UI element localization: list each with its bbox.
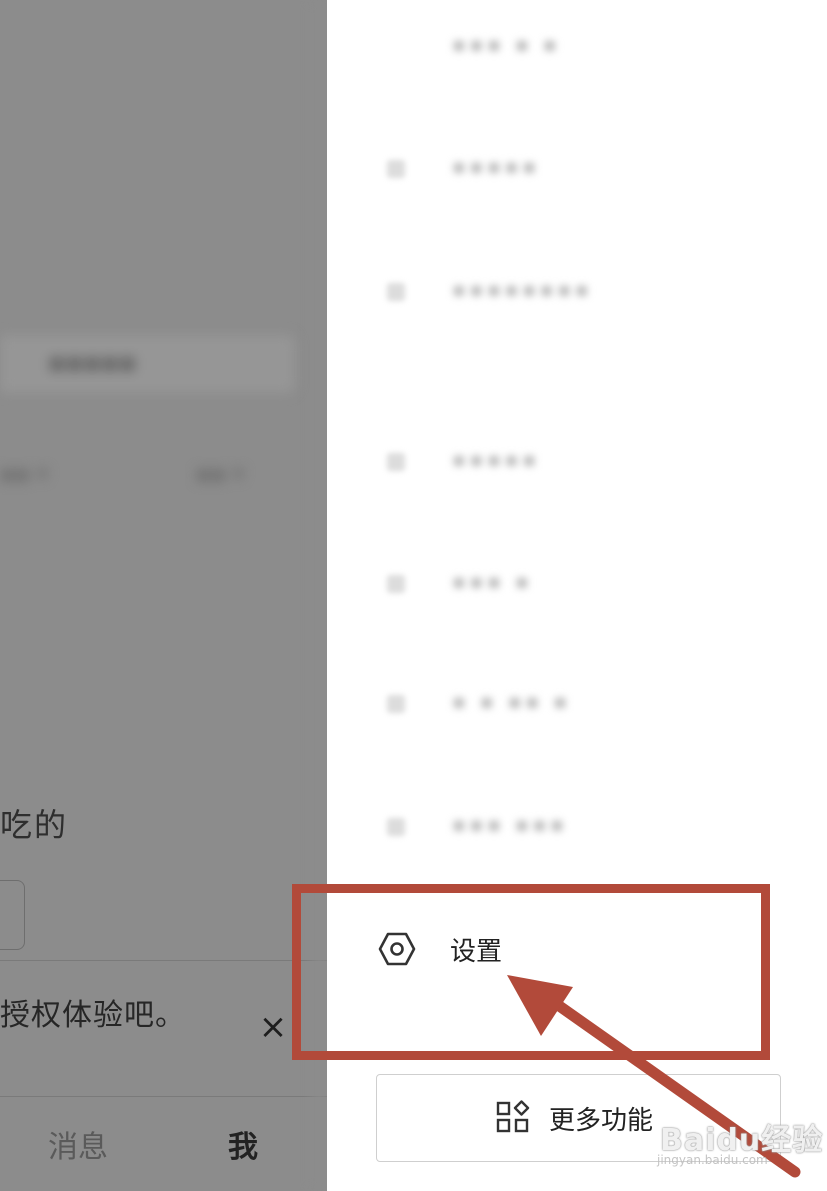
drawer-menu-item[interactable]: ▪ ▪ ▪▪ ▪ <box>327 667 827 747</box>
drawer-menu-item[interactable]: ▪▪▪ ▪ ▪ <box>327 10 827 90</box>
blurred-menu-label: ▪ ▪ ▪▪ ▪ <box>452 689 571 713</box>
background-eat-text: 吃的 <box>0 806 69 844</box>
divider <box>0 960 327 961</box>
blurred-menu-label: ▪▪▪▪▪ <box>452 154 540 178</box>
blurred-menu-label: ▪▪▪ ▪▪▪ <box>452 812 568 836</box>
blurred-menu-icon <box>387 160 405 178</box>
settings-hexagon-icon <box>378 932 416 966</box>
more-features-label: 更多功能 <box>549 1106 654 1136</box>
blurred-menu-icon <box>387 283 405 301</box>
blurred-menu-label: ▪▪▪▪▪▪▪▪ <box>452 277 593 301</box>
blurred-menu-label: ▪▪▪▪▪ <box>452 447 540 471</box>
blurred-menu-icon <box>387 453 405 471</box>
drawer-menu-item[interactable]: ▪▪▪▪▪ <box>327 132 827 212</box>
drawer-menu-item[interactable]: ▪▪▪▪▪▪▪▪ <box>327 255 827 335</box>
grid-apps-icon <box>496 1100 530 1133</box>
blurred-menu-label: ▪▪▪ ▪ ▪ <box>452 32 561 56</box>
drawer-menu-item[interactable]: ▪▪▪ ▪ <box>327 547 827 627</box>
blurred-row-text: ▪▪ ▾ <box>196 462 244 487</box>
tab-messages[interactable]: 消息 <box>48 1122 108 1166</box>
background-auth-text: 授权体验吧。 <box>0 998 186 1033</box>
blurred-menu-label: ▪▪▪ ▪ <box>452 569 533 593</box>
blurred-menu-icon <box>387 575 405 593</box>
blurred-menu-icon <box>387 695 405 713</box>
settings-label: 设置 <box>450 937 503 967</box>
drawer-menu-item[interactable]: ▪▪▪ ▪▪▪ <box>327 790 827 870</box>
blurred-menu-icon <box>387 818 405 836</box>
divider <box>0 1096 327 1097</box>
blurred-button <box>0 335 295 393</box>
side-drawer: ▪▪▪ ▪ ▪ ▪▪▪▪▪ ▪▪▪▪▪▪▪▪ ▪▪▪▪▪ ▪▪▪ ▪ ▪ ▪ ▪… <box>327 0 827 1191</box>
blurred-button-text: ▪▪▪▪▪ <box>48 348 137 378</box>
background-input-box <box>0 880 25 950</box>
baidu-watermark-url: jingyan.baidu.com <box>657 1153 768 1167</box>
background-app-overlay[interactable]: ▪▪▪▪▪ ▪▪ ▾ ▪▪ ▾ 吃的 授权体验吧。 × 消息 我 <box>0 0 327 1191</box>
tab-me[interactable]: 我 <box>228 1122 258 1166</box>
drawer-menu-item[interactable]: ▪▪▪▪▪ <box>327 425 827 505</box>
blurred-row-text: ▪▪ ▾ <box>0 462 48 487</box>
close-icon[interactable]: × <box>256 1010 290 1044</box>
